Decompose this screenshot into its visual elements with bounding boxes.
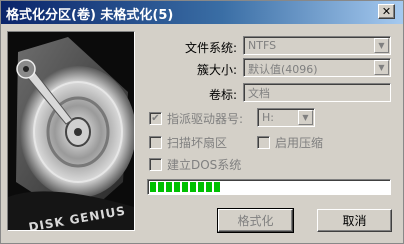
- progress-segment: [150, 182, 156, 192]
- progress-segment: [198, 182, 204, 192]
- create-dos-checkbox[interactable]: 建立DOS系统: [149, 156, 241, 173]
- cluster-size-value: 默认值(4096): [248, 63, 318, 76]
- format-progress-bar: [147, 179, 391, 195]
- drive-letter-select[interactable]: H: ▼: [257, 108, 315, 127]
- filesystem-label: 文件系统:: [184, 41, 237, 55]
- filesystem-select[interactable]: NTFS ▼: [243, 36, 391, 55]
- format-dialog: 格式化分区(卷) 未格式化(5) ✕ DISK GENIUS 文件系统: NTF…: [0, 0, 404, 244]
- volume-label-input[interactable]: [244, 84, 390, 101]
- disk-genius-illustration: DISK GENIUS: [7, 31, 135, 231]
- checkmark-icon[interactable]: ✔: [149, 112, 162, 125]
- enable-compression-checkbox[interactable]: 启用压缩: [257, 134, 323, 151]
- scan-bad-sectors-label: 扫描坏扇区: [167, 136, 228, 150]
- chevron-down-icon[interactable]: ▼: [298, 110, 313, 125]
- chevron-down-icon[interactable]: ▼: [374, 60, 389, 75]
- close-icon: ✕: [381, 5, 392, 18]
- assign-drive-label: 指派驱动器号:: [167, 112, 244, 126]
- window-title: 格式化分区(卷) 未格式化(5): [6, 8, 174, 23]
- progress-segment: [174, 182, 180, 192]
- progress-segment: [206, 182, 212, 192]
- progress-segment: [182, 182, 188, 192]
- progress-fill: [150, 182, 388, 192]
- close-button[interactable]: ✕: [378, 4, 395, 19]
- hard-disk-icon: [8, 32, 134, 230]
- progress-segment: [190, 182, 196, 192]
- cluster-size-select[interactable]: 默认值(4096) ▼: [243, 58, 391, 77]
- create-dos-label: 建立DOS系统: [167, 158, 242, 172]
- volume-label-label: 卷标:: [208, 88, 237, 102]
- chevron-down-icon[interactable]: ▼: [374, 38, 389, 53]
- assign-drive-checkbox[interactable]: ✔ 指派驱动器号:: [149, 110, 243, 127]
- drive-letter-value: H:: [262, 111, 274, 124]
- cluster-size-label: 簇大小:: [196, 63, 237, 77]
- scan-bad-sectors-checkbox[interactable]: 扫描坏扇区: [149, 134, 227, 151]
- volume-label-field[interactable]: [243, 83, 391, 102]
- cancel-button[interactable]: 取消: [317, 209, 392, 232]
- enable-compression-label: 启用压缩: [275, 136, 324, 150]
- progress-segment: [166, 182, 172, 192]
- filesystem-value: NTFS: [248, 39, 277, 52]
- progress-segment: [158, 182, 164, 192]
- title-bar[interactable]: 格式化分区(卷) 未格式化(5) ✕: [1, 1, 403, 24]
- format-button[interactable]: 格式化: [217, 208, 294, 233]
- progress-segment: [214, 182, 220, 192]
